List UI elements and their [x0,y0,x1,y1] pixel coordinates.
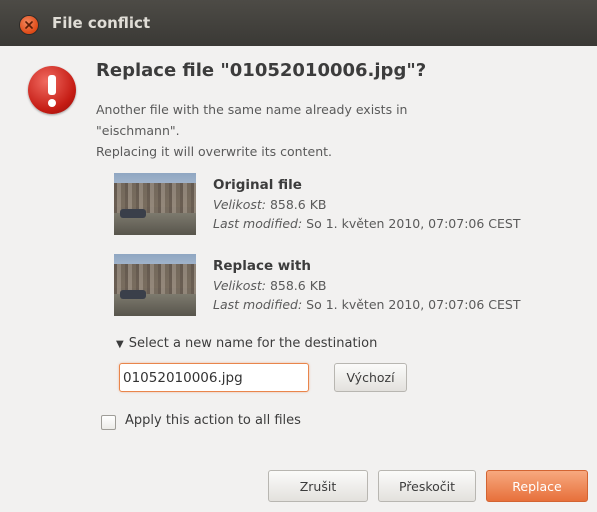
dialog-secondary-text: Another file with the same name already … [96,99,407,162]
size-label: Velikost: [213,197,266,212]
modified-value: So 1. květen 2010, 07:07:06 CEST [306,297,521,312]
close-cross-icon [25,21,33,29]
replacement-file-info: Replace with Velikost: 858.6 KB Last mod… [213,257,520,314]
dialog-heading: Replace file "01052010006.jpg"? [96,60,427,81]
apply-all-checkbox[interactable] [101,415,116,430]
close-icon[interactable] [20,16,38,34]
secondary-line: Another file with the same name already … [96,102,408,117]
size-label: Velikost: [213,278,266,293]
warning-icon [28,66,76,114]
secondary-line: Replacing it will overwrite its content. [96,144,332,159]
window-titlebar: File conflict [0,0,597,46]
apply-all-label[interactable]: Apply this action to all files [125,413,301,428]
replace-button[interactable]: Replace [486,470,588,502]
modified-label: Last modified: [213,297,303,312]
original-file-thumbnail [114,173,196,235]
rename-expander[interactable]: ▼ Select a new name for the destination [116,336,377,351]
replacement-file-title: Replace with [213,258,311,274]
size-value: 858.6 KB [269,197,327,212]
new-name-input[interactable] [119,363,309,392]
skip-button[interactable]: Přeskočit [378,470,476,502]
cancel-button[interactable]: Zrušit [268,470,368,502]
reset-name-button[interactable]: Výchozí [334,363,407,392]
modified-value: So 1. květen 2010, 07:07:06 CEST [306,216,521,231]
replacement-file-thumbnail [114,254,196,316]
original-file-info: Original file Velikost: 858.6 KB Last mo… [213,176,520,233]
expander-label: Select a new name for the destination [128,336,378,351]
expander-arrow-icon: ▼ [116,339,124,350]
secondary-line: "eischmann". [96,123,180,138]
original-file-title: Original file [213,177,302,193]
size-value: 858.6 KB [269,278,327,293]
modified-label: Last modified: [213,216,303,231]
window-title: File conflict [52,14,151,32]
